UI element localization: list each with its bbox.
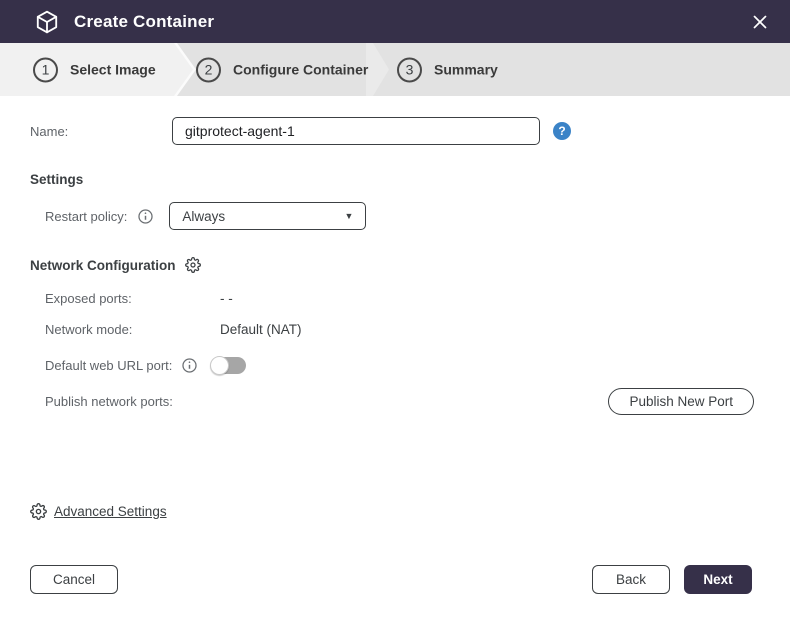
step-divider-chevron: [366, 43, 390, 96]
step-select-image[interactable]: 1 Select Image: [33, 57, 156, 82]
close-icon[interactable]: [748, 10, 772, 34]
default-web-url-port-row: Default web URL port:: [45, 357, 790, 374]
chevron-down-icon: ▼: [344, 211, 353, 221]
toggle-knob: [210, 356, 229, 375]
step-number-badge: 1: [33, 57, 58, 82]
gear-icon[interactable]: [185, 257, 201, 273]
restart-policy-label: Restart policy:: [45, 209, 127, 224]
advanced-settings-row: Advanced Settings: [30, 503, 790, 520]
restart-policy-value: Always: [182, 209, 225, 224]
dialog-title: Create Container: [74, 12, 214, 32]
publish-network-ports-row: Publish network ports: Publish New Port: [45, 388, 790, 415]
network-mode-value: Default (NAT): [220, 322, 302, 337]
name-row: Name: ?: [30, 117, 790, 145]
step-number-badge: 2: [196, 57, 221, 82]
exposed-ports-row: Exposed ports: - -: [45, 291, 790, 306]
advanced-settings-link[interactable]: Advanced Settings: [54, 504, 167, 519]
step-label: Summary: [434, 62, 498, 78]
restart-policy-select[interactable]: Always ▼: [169, 202, 366, 230]
help-icon[interactable]: ?: [553, 122, 571, 140]
dialog-footer: Cancel Back Next: [0, 565, 790, 594]
exposed-ports-label: Exposed ports:: [45, 291, 220, 306]
web-url-port-label: Default web URL port:: [45, 358, 172, 373]
dialog-titlebar: Create Container: [0, 0, 790, 43]
settings-heading: Settings: [30, 172, 790, 187]
settings-heading-text: Settings: [30, 172, 83, 187]
container-cube-icon: [34, 9, 60, 35]
container-name-input[interactable]: [172, 117, 540, 145]
network-mode-label: Network mode:: [45, 322, 220, 337]
configure-container-form: Name: ? Settings Restart policy: Always …: [0, 117, 790, 520]
wizard-steps-bar: 1 Select Image 2 Configure Container 3 S…: [0, 43, 790, 96]
step-number-badge: 3: [397, 57, 422, 82]
step-label: Select Image: [70, 62, 156, 78]
web-url-port-toggle[interactable]: [212, 357, 246, 374]
gear-icon: [30, 503, 47, 520]
restart-policy-row: Restart policy: Always ▼: [45, 202, 790, 230]
next-button[interactable]: Next: [684, 565, 752, 594]
info-icon[interactable]: [137, 208, 154, 225]
step-label: Configure Container: [233, 62, 368, 78]
network-mode-row: Network mode: Default (NAT): [45, 322, 790, 337]
network-heading-text: Network Configuration: [30, 258, 176, 273]
publish-ports-label: Publish network ports:: [45, 394, 173, 409]
network-configuration-heading: Network Configuration: [30, 257, 790, 273]
info-icon[interactable]: [181, 357, 198, 374]
publish-new-port-button[interactable]: Publish New Port: [608, 388, 754, 415]
step-summary[interactable]: 3 Summary: [397, 57, 498, 82]
back-button[interactable]: Back: [592, 565, 670, 594]
exposed-ports-value: - -: [220, 291, 233, 306]
step-configure-container[interactable]: 2 Configure Container: [196, 57, 368, 82]
cancel-button[interactable]: Cancel: [30, 565, 118, 594]
name-label: Name:: [30, 124, 172, 139]
